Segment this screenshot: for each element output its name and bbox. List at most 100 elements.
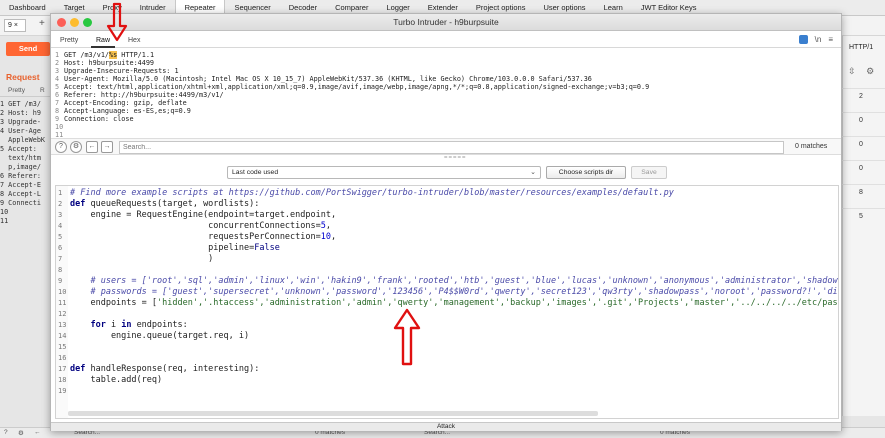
request-text: Accept-Encoding: gzip, deflate xyxy=(64,99,187,107)
code-token: ) xyxy=(70,254,214,264)
code-token: endpoints: xyxy=(136,320,188,330)
script-controls: Last code used ⌄ Choose scripts dir Save xyxy=(51,161,841,183)
request-line: 7 Accept-E xyxy=(0,181,41,189)
request-editor[interactable]: 1 GET /m3/v1/%s HTTP/1.1 2 Host: h9burpsuit… xyxy=(51,49,841,137)
code-line: 5 requestsPerConnection=10, xyxy=(58,232,336,243)
code-line: 7 ) xyxy=(58,254,213,265)
line-number: 10 xyxy=(58,288,67,296)
back-icon[interactable]: ← xyxy=(34,429,41,436)
close-window-button[interactable] xyxy=(57,18,66,27)
inspector-count[interactable]: 0 xyxy=(842,136,885,152)
request-text: GET /m3/v1/ xyxy=(64,51,110,59)
main-tab-dashboard[interactable]: Dashboard xyxy=(0,0,55,16)
request-line: 9 Connection: close xyxy=(55,115,134,123)
repeater-tab-9[interactable]: 9 × xyxy=(4,19,26,32)
save-button[interactable]: Save xyxy=(631,166,667,179)
inspector-count[interactable]: 0 xyxy=(842,160,885,176)
minimize-window-button[interactable] xyxy=(70,18,79,27)
request-line: 3 Upgrade- xyxy=(0,118,41,126)
line-number: 5 xyxy=(55,83,60,91)
code-token: queueRequests(target, wordlists): xyxy=(90,199,260,209)
request-line: 10 xyxy=(55,123,64,131)
request-text: Accept-Language: es-ES,es;q=0.9 xyxy=(64,107,191,115)
line-number: 11 xyxy=(58,299,67,307)
request-line: 5 Accept: xyxy=(0,145,37,153)
help-icon[interactable]: ? xyxy=(4,429,8,436)
code-token: def xyxy=(70,364,91,374)
request-line: 4 User-Age xyxy=(0,127,41,135)
line-number: 10 xyxy=(55,123,64,131)
code-token: table.add(req) xyxy=(70,375,163,385)
back-arrow-icon[interactable]: ← xyxy=(86,141,98,153)
attack-button[interactable]: Attack xyxy=(51,422,841,431)
blue-square-icon[interactable] xyxy=(798,35,808,44)
code-token: in xyxy=(121,320,137,330)
gear-icon[interactable]: ⚙ xyxy=(866,66,874,76)
code-token: requestsPerConnection= xyxy=(70,232,321,242)
code-line: 17 def handleResponse(req, interesting): xyxy=(58,364,259,375)
menu-icon[interactable]: ≡ xyxy=(828,35,833,44)
code-token: False xyxy=(254,243,280,253)
line-number: 16 xyxy=(58,354,67,362)
request-line: 8 Accept-Language: es-ES,es;q=0.9 xyxy=(55,107,191,115)
request-view-tabs: Pretty R xyxy=(0,85,52,97)
script-select[interactable]: Last code used ⌄ xyxy=(227,166,541,179)
inspector-count[interactable]: 2 xyxy=(842,88,885,104)
script-editor[interactable]: 1 # Find more example scripts at https://… xyxy=(55,185,839,419)
line-number: 11 xyxy=(55,131,64,137)
inspector-count[interactable]: 0 xyxy=(842,112,885,128)
code-token: pipeline= xyxy=(70,243,255,253)
line-number: 2 xyxy=(55,59,60,67)
newline-icon[interactable]: \n xyxy=(815,35,822,44)
code-token: # users = ['root','sql','admin','linux',… xyxy=(70,276,839,286)
send-button[interactable]: Send xyxy=(6,42,50,56)
code-token: i xyxy=(110,320,122,330)
inspector-count[interactable]: 5 xyxy=(842,208,885,224)
request-line: 1 GET /m3/v1/%s HTTP/1.1 xyxy=(55,51,154,59)
line-number: 1 xyxy=(55,51,60,59)
help-icon[interactable]: ? xyxy=(55,141,67,153)
tab-pretty[interactable]: Pretty xyxy=(8,87,25,94)
request-text: Upgrade-Insecure-Requests: 1 xyxy=(64,67,179,75)
code-line: 1 # Find more example scripts at https://… xyxy=(58,188,674,199)
request-line: 1 GET /m3/ xyxy=(0,100,41,108)
inspector-count[interactable]: 8 xyxy=(842,184,885,200)
request-text: Accept: text/html,application/xhtml+xml,… xyxy=(64,83,650,91)
code-line: 8 xyxy=(58,265,70,276)
request-line: 11 xyxy=(55,131,64,137)
line-number: 14 xyxy=(58,332,67,340)
line-number: 18 xyxy=(58,376,67,384)
line-number: 2 xyxy=(58,200,63,208)
http-version-label: HTTP/1 xyxy=(849,44,874,51)
request-line: 8 Accept-L xyxy=(0,190,41,198)
horizontal-scrollbar[interactable] xyxy=(68,411,598,416)
request-view-tabs: Pretty Raw Hex \n ≡ xyxy=(51,34,841,48)
window-title: Turbo Intruder - h9burpsuite xyxy=(393,17,499,27)
gear-icon[interactable]: ⚙ xyxy=(18,429,24,437)
forward-arrow-icon[interactable]: → xyxy=(101,141,113,153)
code-token: # Find more example scripts at https://g… xyxy=(70,188,674,198)
choose-scripts-dir-button[interactable]: Choose scripts dir xyxy=(546,166,626,179)
add-tab-button[interactable]: + xyxy=(39,18,45,29)
tab-raw[interactable]: R xyxy=(40,87,45,94)
code-line: 3 engine = RequestEngine(endpoint=target… xyxy=(58,210,336,221)
request-line: p,image/ xyxy=(0,163,41,171)
search-input[interactable] xyxy=(119,141,784,154)
request-text: HTTP/1.1 xyxy=(117,51,155,59)
line-number: 17 xyxy=(58,365,67,373)
inspector-icons: ⇳ ⚙ xyxy=(848,66,874,77)
code-line: 2 def queueRequests(target, wordlists): xyxy=(58,199,259,210)
code-token: def xyxy=(70,199,91,209)
title-bar[interactable]: Turbo Intruder - h9burpsuite xyxy=(51,14,841,31)
tab-pretty[interactable]: Pretty xyxy=(55,34,83,48)
line-number: 6 xyxy=(58,244,63,252)
maximize-window-button[interactable] xyxy=(83,18,92,27)
line-number: 8 xyxy=(58,266,63,274)
annotation-arrow-up-icon xyxy=(393,308,421,366)
code-line: 19 xyxy=(58,386,70,397)
request-line: 5 Accept: text/html,application/xhtml+xml… xyxy=(55,83,649,91)
request-editor-background[interactable]: 1 GET /m3/2 Host: h9 3 Upgrade- 4 User-Age… xyxy=(0,100,52,226)
layout-icon[interactable]: ⇳ xyxy=(848,66,856,76)
code-line: 16 xyxy=(58,353,70,364)
gear-icon[interactable]: ⚙ xyxy=(70,141,82,153)
